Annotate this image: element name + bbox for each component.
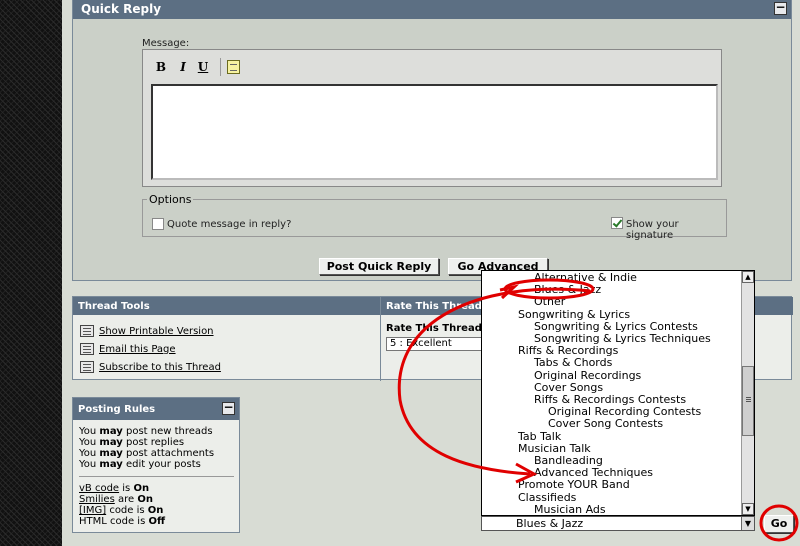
forum-option[interactable]: Bandleading xyxy=(534,454,603,467)
email-page-link[interactable]: Email this Page xyxy=(99,344,176,355)
scroll-up-icon[interactable]: ▲ xyxy=(742,271,754,283)
smilies-link[interactable]: Smilies xyxy=(79,494,115,505)
forum-option[interactable]: Advanced Techniques xyxy=(534,466,653,479)
email-icon xyxy=(80,343,94,355)
rule-line: You may post attachments xyxy=(79,448,215,459)
html-code-rule: HTML code is Off xyxy=(79,516,166,527)
toolbar-separator xyxy=(220,58,221,76)
show-signature-checkbox[interactable] xyxy=(611,217,623,229)
printable-version-item[interactable]: Show Printable Version xyxy=(80,325,214,337)
forum-option[interactable]: Other xyxy=(534,295,565,308)
collapse-icon[interactable]: − xyxy=(222,401,235,415)
forum-option[interactable]: Songwriting & Lyrics Contests xyxy=(534,320,698,333)
printer-icon xyxy=(80,325,94,337)
forum-option[interactable]: Blues & Jazz xyxy=(534,283,601,296)
forum-option[interactable]: Riffs & Recordings Contests xyxy=(534,393,686,406)
forum-option[interactable]: Musician Ads xyxy=(534,503,606,515)
vbcode-rule: vB code is On xyxy=(79,483,150,494)
quote-message-checkbox[interactable] xyxy=(152,218,164,230)
italic-button[interactable]: I xyxy=(175,60,191,75)
options-fieldset: Options Quote message in reply? Show you… xyxy=(142,193,727,241)
subscribe-icon xyxy=(80,361,94,373)
img-code-rule: [IMG] code is On xyxy=(79,505,164,516)
forum-jump-selected: Blues & Jazz xyxy=(516,517,584,530)
quote-icon[interactable] xyxy=(227,60,240,74)
forum-jump-dropdown-list[interactable]: Alternative & Indie Blues & Jazz Other Song… xyxy=(481,270,755,516)
scroll-thumb[interactable] xyxy=(742,366,754,436)
posting-rules-title: Posting Rules xyxy=(78,404,156,415)
smilies-rule: Smilies are On xyxy=(79,494,153,505)
options-legend: Options xyxy=(147,193,194,206)
scroll-down-icon[interactable]: ▼ xyxy=(742,503,754,515)
forum-jump-select[interactable]: Blues & Jazz ▼ xyxy=(481,516,755,531)
forum-option[interactable]: Songwriting & Lyrics Techniques xyxy=(534,332,711,345)
email-page-item[interactable]: Email this Page xyxy=(80,343,176,355)
rule-line: You may post new threads xyxy=(79,426,213,437)
forum-options-list[interactable]: Alternative & Indie Blues & Jazz Other Song… xyxy=(482,271,742,515)
posting-rules-header: Posting Rules − xyxy=(73,398,239,420)
quote-message-label: Quote message in reply? xyxy=(167,219,292,230)
message-textarea[interactable] xyxy=(151,84,718,180)
forum-option[interactable]: Alternative & Indie xyxy=(534,271,637,284)
rating-select[interactable]: 5 : Excellent xyxy=(386,337,486,351)
rule-line: You may edit your posts xyxy=(79,459,201,470)
quick-reply-title: Quick Reply xyxy=(81,2,162,16)
message-editor: B I U xyxy=(142,49,722,187)
dropdown-scrollbar[interactable]: ▲ ▼ xyxy=(741,271,754,515)
forum-option[interactable]: Original Recordings xyxy=(534,369,641,382)
forum-option[interactable]: Cover Song Contests xyxy=(548,417,663,430)
side-background xyxy=(0,0,62,546)
rules-divider xyxy=(79,476,234,477)
rate-label: Rate This Thread: xyxy=(386,323,486,334)
forum-option[interactable]: Promote YOUR Band xyxy=(518,478,630,491)
table-divider xyxy=(380,297,381,381)
forum-option[interactable]: Classifieds xyxy=(518,491,576,504)
chevron-down-icon[interactable]: ▼ xyxy=(741,517,754,530)
printable-version-link[interactable]: Show Printable Version xyxy=(99,326,214,337)
vbcode-link[interactable]: vB code xyxy=(79,483,119,494)
subscribe-link[interactable]: Subscribe to this Thread xyxy=(99,362,221,373)
post-quick-reply-button[interactable]: Post Quick Reply xyxy=(319,258,439,275)
forum-option[interactable]: Songwriting & Lyrics xyxy=(518,308,630,321)
forum-option[interactable]: Riffs & Recordings xyxy=(518,344,618,357)
quick-reply-header: Quick Reply − xyxy=(73,0,791,19)
forum-option[interactable]: Tabs & Chords xyxy=(534,356,612,369)
quick-reply-panel: Quick Reply − Message: B I U Options Quo… xyxy=(72,0,792,281)
forum-option[interactable]: Cover Songs xyxy=(534,381,603,394)
bold-button[interactable]: B xyxy=(153,60,169,75)
thread-tools-header[interactable]: Thread Tools xyxy=(73,297,380,315)
subscribe-item[interactable]: Subscribe to this Thread xyxy=(80,361,221,373)
collapse-icon[interactable]: − xyxy=(774,1,787,15)
forum-option[interactable]: Tab Talk xyxy=(518,430,561,443)
posting-rules-panel: Posting Rules − You may post new threads… xyxy=(72,397,240,533)
underline-button[interactable]: U xyxy=(195,60,211,75)
go-button[interactable]: Go xyxy=(764,515,794,533)
show-signature-label: Show your signature xyxy=(626,219,679,241)
forum-option[interactable]: Musician Talk xyxy=(518,442,591,455)
rule-line: You may post replies xyxy=(79,437,185,448)
forum-option[interactable]: Original Recording Contests xyxy=(548,405,701,418)
message-label: Message: xyxy=(142,38,190,49)
img-code-link[interactable]: [IMG] xyxy=(79,505,106,516)
